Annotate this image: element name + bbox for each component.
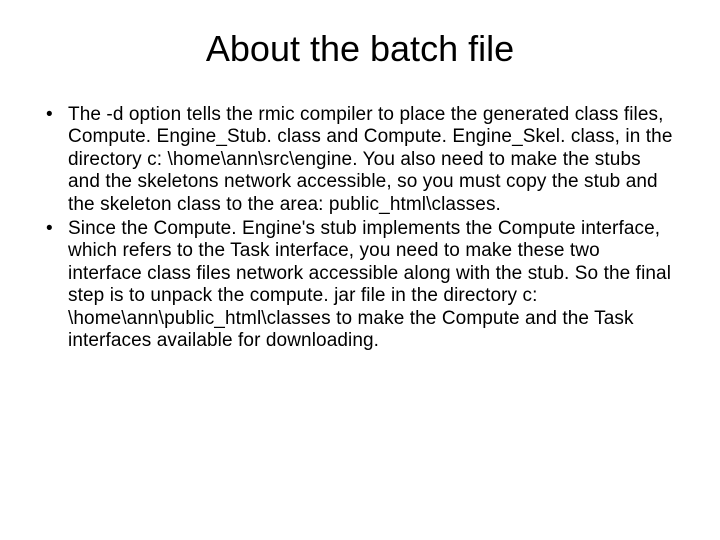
list-item: The -d option tells the rmic compiler to… (40, 104, 676, 216)
list-item: Since the Compute. Engine's stub impleme… (40, 218, 676, 352)
slide: About the batch file The -d option tells… (0, 0, 720, 540)
bullet-list: The -d option tells the rmic compiler to… (40, 104, 680, 352)
page-title: About the batch file (40, 28, 680, 70)
